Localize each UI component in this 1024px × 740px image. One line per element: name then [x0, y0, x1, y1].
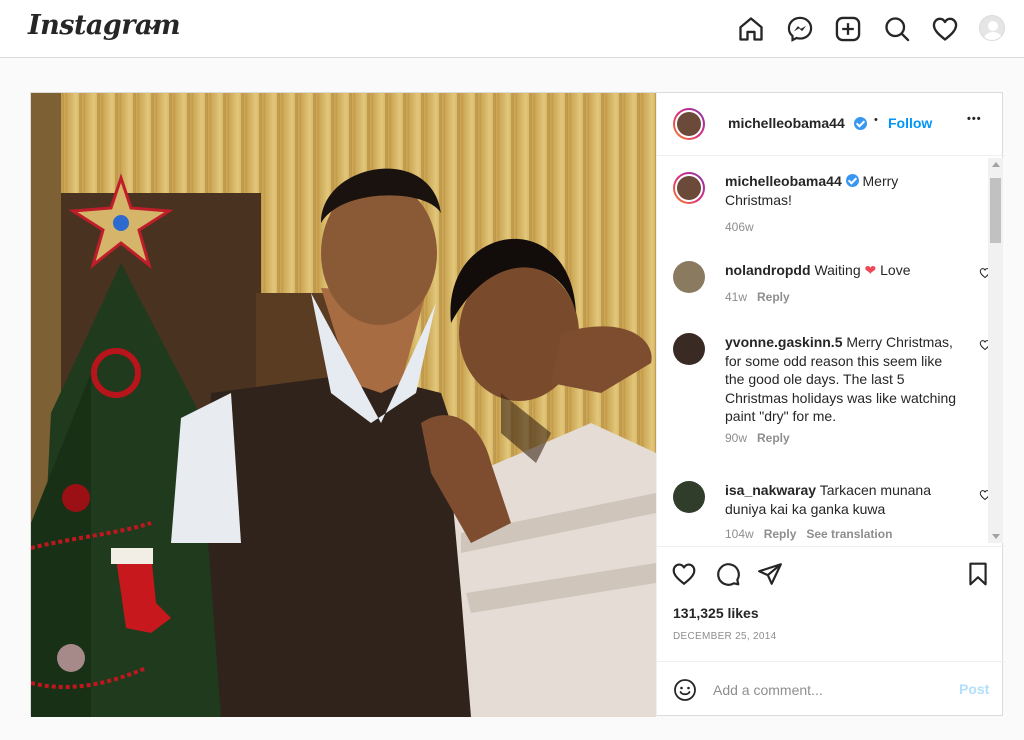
christmas-couple-photo — [31, 93, 656, 717]
post-header: michelleobama44 • Follow ••• — [657, 93, 1005, 156]
follow-button[interactable]: Follow — [888, 115, 932, 131]
comment-input[interactable] — [713, 679, 933, 701]
heart-icon[interactable] — [931, 15, 959, 43]
default-avatar-icon — [983, 21, 1003, 40]
comment-meta: 104w Reply See translation — [725, 525, 892, 544]
likes-count[interactable]: 131,325 likes — [673, 605, 759, 621]
separator-dot: • — [874, 114, 878, 126]
reply-button[interactable]: Reply — [757, 290, 790, 304]
reply-button[interactable]: Reply — [757, 431, 790, 445]
scroll-up-arrow-icon[interactable] — [992, 162, 1000, 167]
comment-text: michelleobama44 Merry Christmas! — [725, 172, 965, 209]
comment-text: yvonne.gaskinn.5 Merry Christmas, for so… — [725, 333, 965, 426]
verified-badge-icon — [854, 117, 867, 130]
comments-list[interactable]: michelleobama44 Merry Christmas! 406w no… — [657, 156, 1005, 546]
commenter-avatar[interactable] — [673, 261, 705, 293]
verified-badge-icon — [845, 174, 859, 187]
scroll-down-arrow-icon[interactable] — [992, 534, 1000, 539]
author-avatar[interactable] — [673, 108, 705, 140]
top-navigation-bar: Instagram — [0, 0, 1024, 58]
post-date[interactable]: DECEMBER 25, 2014 — [673, 631, 776, 642]
home-icon[interactable] — [737, 15, 765, 43]
comment-meta: 90w Reply — [725, 429, 790, 448]
comment-username[interactable]: yvonne.gaskinn.5 — [725, 334, 842, 350]
post-card: michelleobama44 • Follow ••• michelleoba… — [30, 92, 1005, 717]
comment-age: 406w — [725, 220, 754, 234]
comment-age: 104w — [725, 527, 754, 541]
comment-username[interactable]: nolandropdd — [725, 262, 811, 278]
comment-meta: 41w Reply — [725, 288, 790, 307]
like-heart-icon[interactable] — [671, 561, 697, 587]
see-translation-button[interactable]: See translation — [806, 527, 892, 541]
share-paper-plane-icon[interactable] — [757, 561, 783, 587]
comment-text: nolandropdd Waiting ❤ Love — [725, 261, 965, 280]
comment-item: isa_nakwaray Tarkacen munana duniya kai … — [673, 481, 973, 541]
add-comment-bar: Post — [657, 661, 1005, 717]
post-comment-button[interactable]: Post — [959, 681, 989, 697]
reply-button[interactable]: Reply — [764, 527, 797, 541]
search-icon[interactable] — [883, 15, 911, 43]
comment-text: isa_nakwaray Tarkacen munana duniya kai … — [725, 481, 965, 518]
scrollbar-thumb[interactable] — [990, 178, 1001, 243]
caption-comment: michelleobama44 Merry Christmas! 406w — [673, 172, 973, 242]
post-actions: 131,325 likes DECEMBER 25, 2014 — [657, 546, 1005, 661]
chevron-down-icon[interactable] — [145, 20, 159, 34]
save-bookmark-icon[interactable] — [965, 561, 991, 587]
profile-avatar[interactable] — [979, 15, 1005, 41]
post-side-panel: michelleobama44 • Follow ••• michelleoba… — [656, 93, 1005, 717]
emoji-icon[interactable] — [673, 678, 697, 702]
commenter-avatar[interactable] — [673, 333, 705, 365]
comment-item: yvonne.gaskinn.5 Merry Christmas, for so… — [673, 333, 973, 445]
commenter-avatar[interactable] — [673, 481, 705, 513]
more-options-icon[interactable]: ••• — [967, 113, 982, 125]
comment-body: Waiting ❤ Love — [814, 262, 911, 278]
comment-icon[interactable] — [715, 561, 741, 587]
comment-age: 90w — [725, 431, 748, 445]
commenter-avatar[interactable] — [673, 172, 705, 204]
plus-square-icon[interactable] — [834, 15, 862, 43]
post-photo[interactable] — [31, 93, 656, 717]
comments-scrollbar[interactable] — [988, 158, 1003, 543]
author-username[interactable]: michelleobama44 — [728, 115, 845, 131]
messenger-icon[interactable] — [786, 15, 814, 43]
comment-username[interactable]: isa_nakwaray — [725, 482, 816, 498]
comment-username[interactable]: michelleobama44 — [725, 173, 842, 189]
comment-item: nolandropdd Waiting ❤ Love 41w Reply — [673, 261, 973, 304]
comment-age: 41w — [725, 290, 748, 304]
